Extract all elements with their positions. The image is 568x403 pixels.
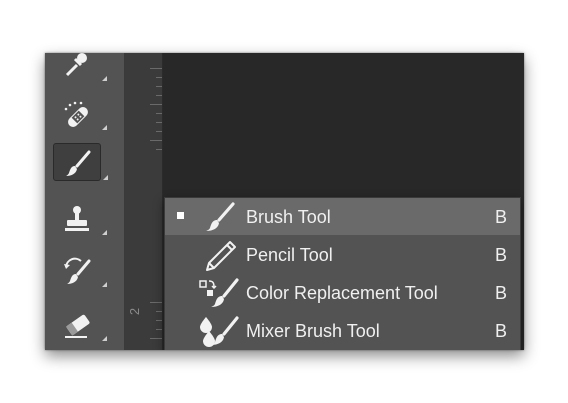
menu-item-label: Brush Tool: [246, 207, 331, 227]
shortcut-key: B: [495, 207, 508, 227]
vertical-ruler: [125, 53, 163, 350]
history-brush-icon: [64, 257, 91, 284]
menu-item-label: Color Replacement Tool: [246, 283, 438, 303]
brush-icon: [66, 150, 91, 176]
eyedropper-tool-button[interactable]: [53, 53, 107, 81]
selected-bullet: [177, 212, 184, 219]
eraser-icon: [65, 314, 90, 338]
shortcut-key: B: [495, 321, 508, 341]
photoshop-window: 2 Brush Tool B Pencil Tool B Color Repla…: [45, 53, 524, 350]
history-brush-tool-button[interactable]: [53, 251, 107, 287]
menu-item-pencil-tool[interactable]: Pencil Tool B: [165, 236, 520, 273]
eraser-tool-button[interactable]: [53, 305, 107, 341]
brush-tool-button[interactable]: [53, 143, 108, 181]
menu-item-label: Pencil Tool: [246, 245, 333, 265]
shortcut-key: B: [495, 245, 508, 265]
submenu-indicator: [102, 76, 107, 81]
bandage-icon: [64, 101, 88, 127]
submenu-indicator: [102, 125, 107, 130]
submenu-indicator: [103, 175, 108, 180]
tools-panel: [45, 53, 125, 350]
color-replacement-icon: [199, 278, 239, 307]
mixer-brush-icon: [200, 316, 239, 347]
menu-item-mixer-brush-tool[interactable]: Mixer Brush Tool B: [165, 312, 520, 349]
menu-item-color-replacement-tool[interactable]: Color Replacement Tool B: [165, 274, 520, 311]
brush-icon: [206, 202, 235, 231]
stamp-icon: [65, 206, 89, 231]
brush-tools-flyout-menu: Brush Tool B Pencil Tool B Color Replace…: [164, 197, 521, 350]
menu-item-brush-tool[interactable]: Brush Tool B: [165, 198, 520, 235]
clone-stamp-tool-button[interactable]: [53, 199, 107, 235]
shortcut-key: B: [495, 283, 508, 303]
eyedropper-icon: [65, 53, 87, 77]
spot-healing-brush-tool-button[interactable]: [53, 94, 107, 130]
menu-item-label: Mixer Brush Tool: [246, 321, 380, 341]
submenu-indicator: [102, 230, 107, 235]
ruler-label: 2: [127, 307, 143, 316]
pencil-icon: [206, 241, 236, 271]
submenu-indicator: [102, 336, 107, 341]
submenu-indicator: [102, 282, 107, 287]
